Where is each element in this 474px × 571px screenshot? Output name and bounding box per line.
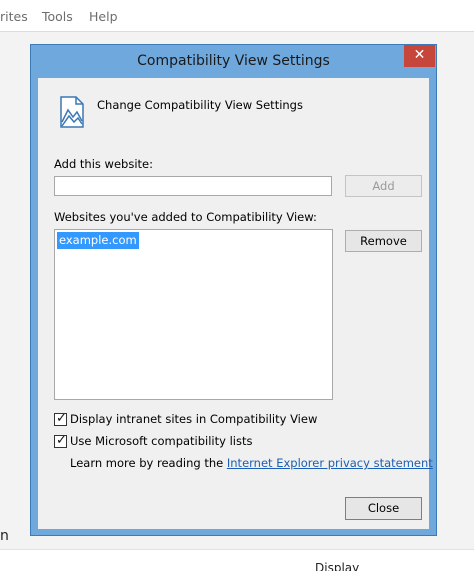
intranet-checkbox[interactable]: ✓ — [54, 411, 67, 426]
remove-button[interactable]: Remove — [345, 230, 422, 252]
sites-list-label: Websites you've added to Compatibility V… — [54, 210, 317, 224]
list-item[interactable]: example.com — [57, 232, 139, 249]
screen: rites Tools Help n Display Compatibility… — [0, 0, 474, 571]
compatibility-view-dialog: Compatibility View Settings ✕ Change Com… — [30, 44, 437, 536]
add-website-label: Add this website: — [54, 157, 153, 171]
learn-more-line: Learn more by reading the Internet Explo… — [70, 456, 433, 470]
background-display-label: Display — [315, 561, 360, 571]
learn-more-text: Learn more by reading the — [70, 456, 224, 470]
browser-lower-area — [0, 549, 474, 571]
ms-lists-checkbox[interactable]: ✓ — [54, 433, 67, 448]
close-button[interactable]: Close — [345, 497, 422, 520]
dialog-header-text: Change Compatibility View Settings — [97, 98, 303, 112]
dialog-title: Compatibility View Settings — [137, 53, 330, 69]
checkmark-icon: ✓ — [56, 433, 67, 448]
intranet-option-label[interactable]: Display intranet sites in Compatibility … — [70, 412, 317, 426]
dialog-body: Change Compatibility View Settings Add t… — [38, 78, 433, 529]
menu-help[interactable]: Help — [89, 9, 118, 24]
privacy-statement-link[interactable]: Internet Explorer privacy statement — [227, 456, 433, 470]
browser-menubar: rites Tools Help — [0, 0, 474, 32]
menu-favorites[interactable]: rites — [0, 9, 28, 24]
checkmark-icon: ✓ — [56, 411, 67, 426]
background-text-fragment: n — [0, 528, 9, 544]
ms-lists-option-label[interactable]: Use Microsoft compatibility lists — [70, 434, 252, 448]
add-website-input[interactable] — [54, 176, 332, 196]
compatibility-view-icon — [60, 96, 84, 128]
add-button[interactable]: Add — [345, 175, 422, 197]
sites-listbox[interactable]: example.com — [54, 229, 333, 400]
menu-tools[interactable]: Tools — [42, 9, 73, 24]
close-icon[interactable]: ✕ — [404, 45, 435, 67]
dialog-titlebar[interactable]: Compatibility View Settings ✕ — [31, 45, 436, 78]
